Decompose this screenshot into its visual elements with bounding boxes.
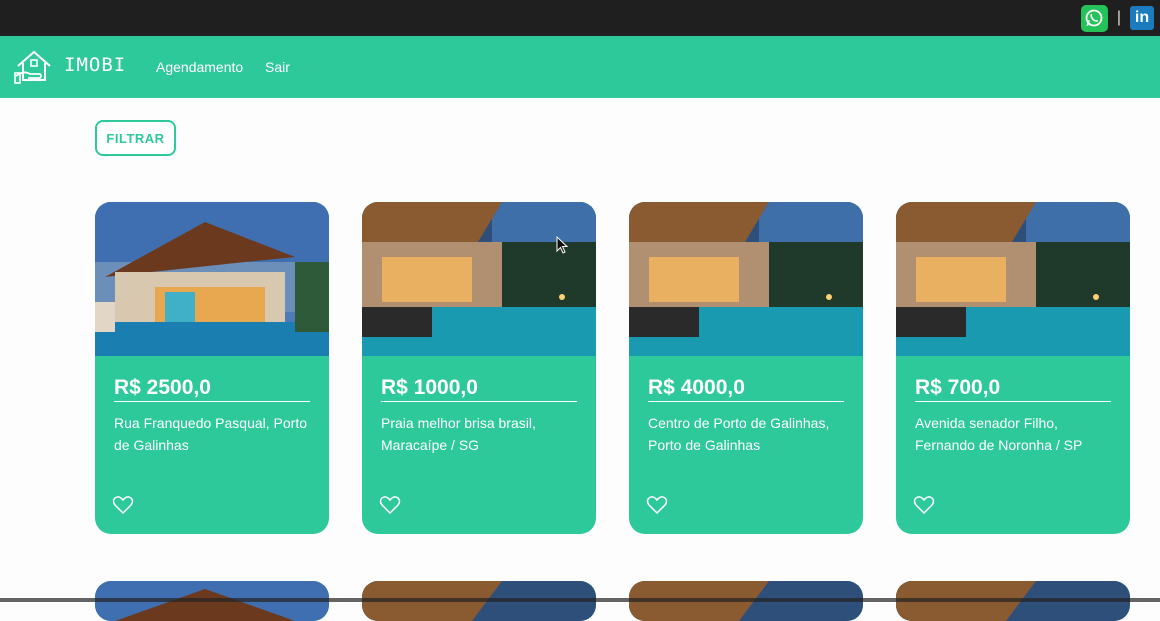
property-address: Rua Franquedo Pasqual, Porto de Galinhas bbox=[114, 415, 308, 453]
social-separator: | bbox=[1116, 9, 1121, 26]
heart-icon[interactable] bbox=[646, 494, 668, 516]
brand-name[interactable]: IMOBI bbox=[64, 54, 126, 76]
property-card[interactable]: R$ 700,0 Avenida senador Filho, Fernando… bbox=[896, 202, 1130, 534]
property-price: R$ 1000,0 bbox=[381, 376, 577, 402]
property-photo bbox=[629, 202, 863, 356]
property-photo bbox=[896, 202, 1130, 356]
nav-link-agendamento[interactable]: Agendamento bbox=[156, 59, 243, 75]
social-links: | in bbox=[1080, 4, 1154, 32]
property-address: Praia melhor brisa brasil, Maracaípe / S… bbox=[381, 415, 536, 453]
heart-icon[interactable] bbox=[379, 494, 401, 516]
nav-link-sair[interactable]: Sair bbox=[265, 59, 290, 75]
house-logo-icon[interactable] bbox=[14, 46, 54, 86]
property-photo bbox=[95, 202, 329, 356]
linkedin-text: in bbox=[1134, 9, 1150, 26]
property-card[interactable]: R$ 4000,0 Centro de Porto de Galinhas, P… bbox=[629, 202, 863, 534]
heart-icon[interactable] bbox=[112, 494, 134, 516]
property-price: R$ 4000,0 bbox=[648, 376, 844, 402]
property-price: R$ 700,0 bbox=[915, 376, 1111, 402]
property-address: Centro de Porto de Galinhas, Porto de Ga… bbox=[648, 415, 830, 453]
main-navbar: IMOBI Agendamento Sair bbox=[0, 36, 1160, 98]
heart-icon[interactable] bbox=[913, 494, 935, 516]
top-bar: | in bbox=[0, 0, 1160, 36]
property-photo bbox=[362, 202, 596, 356]
filter-button[interactable]: FILTRAR bbox=[95, 120, 176, 156]
mouse-cursor-icon bbox=[556, 236, 568, 254]
property-card[interactable]: R$ 2500,0 Rua Franquedo Pasqual, Porto d… bbox=[95, 202, 329, 534]
page-bottom-edge bbox=[0, 598, 1160, 602]
property-price: R$ 2500,0 bbox=[114, 376, 310, 402]
property-address: Avenida senador Filho, Fernando de Noron… bbox=[915, 415, 1083, 453]
whatsapp-icon[interactable] bbox=[1080, 4, 1108, 32]
linkedin-icon[interactable]: in bbox=[1130, 6, 1154, 30]
